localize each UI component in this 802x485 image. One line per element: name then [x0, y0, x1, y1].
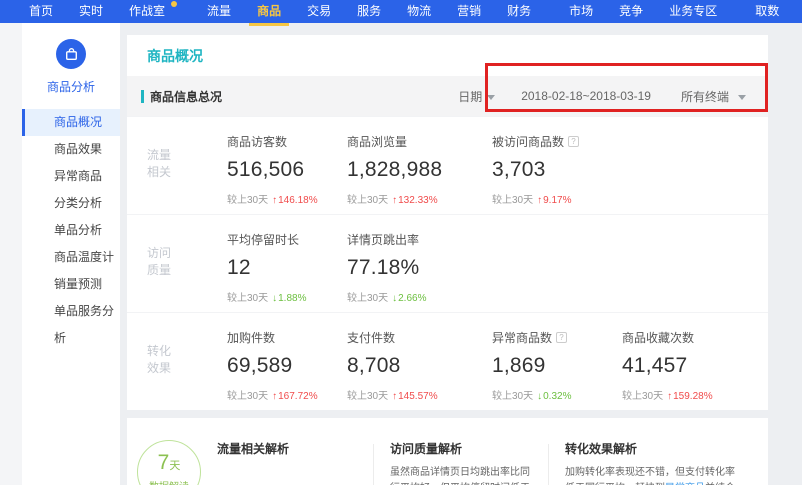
filter-bar: 日期 2018-02-18~2018-03-19 所有终端: [458, 88, 746, 105]
nav-item-data-extract[interactable]: 取数: [742, 0, 792, 23]
top-nav: 首页 实时 作战室 流量 商品 交易 服务 物流 营销 财务 市场 竞争 业务专…: [0, 0, 802, 23]
metric-item-pageviews: 商品浏览量 1,828,988 较上30天132.33%: [347, 133, 492, 214]
insight-quality: 访问质量解析 虽然商品详情页日均跳出率比同行平均好，但平均停留时间低于同行平均，…: [374, 434, 548, 485]
help-icon[interactable]: [556, 332, 567, 343]
nav-item-goods[interactable]: 商品: [244, 0, 294, 23]
page-title: 商品概况: [127, 35, 768, 76]
metric-item-cart-adds: 加购件数 69,589 较上30天167.72%: [227, 329, 347, 410]
section-header: 商品信息总况 日期 2018-02-18~2018-03-19 所有终端: [127, 76, 768, 116]
metric-row-traffic: 流量相关 商品访客数 516,506 较上30天146.18% 商品浏览量 1,…: [127, 116, 768, 214]
left-gutter: [0, 23, 22, 485]
nav-item-market[interactable]: 市场: [556, 0, 606, 23]
nav-item-realtime[interactable]: 实时: [66, 0, 116, 23]
terminal-label: 所有终端: [681, 88, 729, 105]
metric-item-visitors: 商品访客数 516,506 较上30天146.18%: [227, 133, 347, 214]
data-insight-badge: 7天 数据解读: [137, 440, 201, 485]
date-range-picker[interactable]: 2018-02-18~2018-03-19: [521, 89, 651, 103]
sidebar-item-goods-effect[interactable]: 商品效果: [22, 136, 120, 163]
insight-body: 加购转化率表现还不错，但支付转化率低于同行平均，赶快到异常商品并结合使用商品温度…: [565, 465, 740, 485]
metric-item-paid-items: 支付件数 8,708 较上30天145.57%: [347, 329, 492, 410]
insight-heading: 转化效果解析: [565, 440, 740, 457]
date-type-dropdown[interactable]: 日期: [458, 88, 495, 105]
nav-item-marketing[interactable]: 营销: [444, 0, 494, 23]
insight-heading: 访问质量解析: [390, 440, 534, 457]
insight-conversion: 转化效果解析 加购转化率表现还不错，但支付转化率低于同行平均，赶快到异常商品并结…: [549, 434, 754, 485]
sidebar-header: 商品分析: [22, 39, 120, 95]
inline-text: 虽然商品详情页日均跳出率比同行平均好，但平均停留时间低于同行平均，请关注页面搭建…: [390, 467, 530, 485]
nav-item-competition[interactable]: 竞争: [606, 0, 656, 23]
insight-body: 虽然商品详情页日均跳出率比同行平均好，但平均停留时间低于同行平均，请关注页面搭建…: [390, 465, 534, 485]
nav-item-service[interactable]: 服务: [344, 0, 394, 23]
chevron-down-icon: [738, 95, 746, 100]
metric-item-avg-stay: 平均停留时长 12 较上30天1.88%: [227, 231, 347, 312]
main-content: 商品概况 商品信息总况 日期 2018-02-18~2018-03-19 所有终…: [120, 23, 802, 485]
sidebar: 商品分析 商品概况 商品效果 异常商品 分类分析 单品分析 商品温度计 销量预测…: [22, 23, 120, 485]
nav-item-label: 作战室: [129, 4, 165, 18]
sidebar-item-single-item-analysis[interactable]: 单品分析: [22, 217, 120, 244]
chevron-down-icon: [487, 95, 495, 100]
row-label: 转化效果: [147, 329, 199, 391]
nav-item-trade[interactable]: 交易: [294, 0, 344, 23]
sidebar-item-sales-forecast[interactable]: 销量预测: [22, 271, 120, 298]
sidebar-item-goods-overview[interactable]: 商品概况: [22, 109, 120, 136]
sidebar-app-title: 商品分析: [22, 78, 120, 95]
insight-heading: 流量相关解析: [217, 440, 359, 457]
nav-item-traffic[interactable]: 流量: [194, 0, 244, 23]
sidebar-item-abnormal-goods[interactable]: 异常商品: [22, 163, 120, 190]
insights-panel: 7天 数据解读 流量相关解析 访问质量解析 虽然商品详情页日均跳出率比同行平均好…: [127, 418, 768, 485]
overview-panel: 商品概况 商品信息总况 日期 2018-02-18~2018-03-19 所有终…: [127, 35, 768, 410]
notification-dot-icon: [171, 1, 177, 7]
metric-row-quality: 访问质量 平均停留时长 12 较上30天1.88% 详情页跳出率 77.18% …: [127, 214, 768, 312]
insight-traffic: 流量相关解析: [201, 434, 373, 485]
metric-item-abnormal-goods: 异常商品数 1,869 较上30天0.32%: [492, 329, 622, 410]
nav-item-business-zone[interactable]: 业务专区: [656, 0, 730, 23]
sidebar-item-category-analysis[interactable]: 分类分析: [22, 190, 120, 217]
sidebar-item-goods-thermometer[interactable]: 商品温度计: [22, 244, 120, 271]
metric-item-favorites: 商品收藏次数 41,457 较上30天159.28%: [622, 329, 713, 410]
row-label: 访问质量: [147, 231, 199, 293]
nav-item-finance[interactable]: 财务: [494, 0, 544, 23]
date-type-label: 日期: [458, 88, 482, 105]
shopping-bag-icon: [56, 39, 86, 69]
nav-item-logistics[interactable]: 物流: [394, 0, 444, 23]
page-body: 商品分析 商品概况 商品效果 异常商品 分类分析 单品分析 商品温度计 销量预测…: [0, 23, 802, 485]
nav-item-home[interactable]: 首页: [16, 0, 66, 23]
terminal-dropdown[interactable]: 所有终端: [681, 88, 746, 105]
sidebar-item-single-item-service[interactable]: 单品服务分析: [22, 298, 120, 325]
nav-item-academy[interactable]: 学院: [792, 0, 802, 23]
row-label: 流量相关: [147, 133, 199, 195]
metric-item-visited-goods: 被访问商品数 3,703 较上30天9.17%: [492, 133, 622, 214]
nav-item-warroom[interactable]: 作战室: [116, 0, 182, 23]
section-title: 商品信息总况: [150, 88, 222, 105]
metric-row-conversion: 转化效果 加购件数 69,589 较上30天167.72% 支付件数 8,708…: [127, 312, 768, 410]
metric-item-bounce-rate: 详情页跳出率 77.18% 较上30天2.66%: [347, 231, 492, 312]
section-accent-bar: [141, 90, 144, 103]
help-icon[interactable]: [568, 136, 579, 147]
